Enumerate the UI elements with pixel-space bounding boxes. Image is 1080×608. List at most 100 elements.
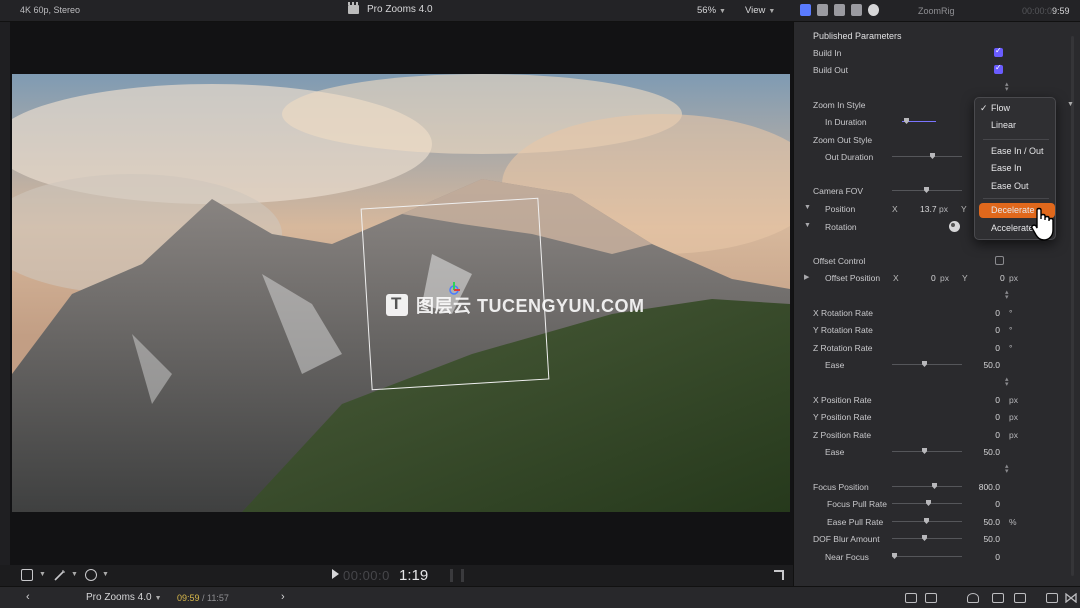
ease-pull-value[interactable]: 50.0 bbox=[983, 517, 1000, 527]
near-focus-slider[interactable] bbox=[892, 553, 962, 559]
slider-knob[interactable] bbox=[924, 518, 929, 524]
slider-knob[interactable] bbox=[926, 500, 931, 506]
forward-arrow-icon[interactable]: › bbox=[281, 591, 285, 603]
focus-position-slider[interactable] bbox=[892, 483, 962, 489]
stepper-row-3: ▴ ▾ bbox=[794, 376, 1064, 390]
y-position-value[interactable]: 0 bbox=[995, 412, 1000, 422]
menu-item-flow[interactable]: ✓ Flow bbox=[975, 101, 1057, 116]
group-stepper-row: ▴ ▾ bbox=[794, 81, 1064, 95]
menu-item-ease-in-out[interactable]: Ease In / Out bbox=[975, 144, 1057, 159]
slider-knob[interactable] bbox=[932, 483, 937, 489]
x-rotation-value[interactable]: 0 bbox=[995, 308, 1000, 318]
audio-meter-icon[interactable] bbox=[992, 593, 1004, 603]
speed-gauge-icon[interactable] bbox=[85, 569, 97, 581]
x-position-value[interactable]: 0 bbox=[995, 395, 1000, 405]
watermark-logo-icon bbox=[386, 294, 408, 316]
disclosure-triangle-icon[interactable]: ▼ bbox=[804, 222, 811, 229]
offset-y-value[interactable]: 0 bbox=[1000, 273, 1005, 283]
menu-item-ease-out[interactable]: Ease Out bbox=[975, 179, 1057, 194]
video-frame[interactable]: 图层云 TUCENGYUN.COM bbox=[12, 74, 790, 512]
slider-knob[interactable] bbox=[924, 187, 929, 193]
dof-blur-value[interactable]: 50.0 bbox=[983, 534, 1000, 544]
stepper-icon[interactable]: ▴ ▾ bbox=[1005, 376, 1009, 388]
disclosure-triangle-icon[interactable]: ▼ bbox=[804, 204, 811, 211]
chevron-down-icon[interactable]: ▼ bbox=[39, 571, 46, 578]
menu-item-linear[interactable]: Linear bbox=[975, 118, 1057, 133]
y-rotation-value[interactable]: 0 bbox=[995, 325, 1000, 335]
dof-blur-slider[interactable] bbox=[892, 535, 962, 541]
focus-position-row: Focus Position 800.0 bbox=[813, 482, 1000, 492]
clip-appearance-icon[interactable] bbox=[905, 593, 917, 603]
stepper-row-4: ▴ ▾ bbox=[794, 463, 1064, 477]
viewer-controls: ▼ ▼ ▼ 00:00:0 1:19 bbox=[0, 565, 793, 586]
slider-knob[interactable] bbox=[922, 448, 927, 454]
magic-wand-icon[interactable] bbox=[53, 569, 67, 581]
current-time: 09:59 bbox=[177, 593, 200, 603]
fullscreen-icon[interactable] bbox=[774, 570, 784, 580]
near-focus-value[interactable]: 0 bbox=[995, 552, 1000, 562]
slider-knob[interactable] bbox=[922, 535, 927, 541]
back-arrow-icon[interactable]: ‹ bbox=[26, 591, 30, 603]
rotation-dial-icon[interactable] bbox=[949, 221, 960, 232]
slider-knob[interactable] bbox=[904, 118, 909, 124]
focus-pull-slider[interactable] bbox=[892, 500, 962, 506]
ease-value-2[interactable]: 50.0 bbox=[983, 447, 1000, 457]
pause-indicator-icon bbox=[450, 569, 464, 582]
stepper-icon[interactable]: ▴ ▾ bbox=[1005, 463, 1009, 475]
dof-blur-row: DOF Blur Amount 50.0 bbox=[813, 534, 1000, 544]
zoom-to-fit-icon[interactable] bbox=[925, 593, 937, 603]
disclosure-triangle-icon[interactable]: ▶ bbox=[804, 273, 809, 281]
ease-slider-2[interactable] bbox=[892, 448, 962, 454]
playhead-timecode-dim: 00:00:0 bbox=[343, 568, 390, 583]
viewer-title: Pro Zooms 4.0 bbox=[348, 2, 433, 15]
build-in-checkbox[interactable] bbox=[994, 46, 1003, 57]
transform-tool-icon[interactable] bbox=[21, 569, 33, 581]
chevron-down-icon[interactable]: ▼ bbox=[102, 571, 109, 578]
watermark: 图层云 TUCENGYUN.COM bbox=[386, 292, 645, 318]
sidebar-toggle-icon[interactable] bbox=[1046, 593, 1058, 603]
list-inspector-icon[interactable] bbox=[817, 4, 828, 16]
ease-slider-1[interactable] bbox=[892, 361, 962, 367]
out-duration-slider[interactable] bbox=[892, 153, 962, 159]
focus-position-value[interactable]: 800.0 bbox=[979, 482, 1000, 492]
offset-x-value[interactable]: 0 bbox=[931, 273, 936, 283]
inspector-timecode: 00:00:09:59 bbox=[1022, 6, 1070, 16]
zoom-menu[interactable]: 56% ▼ bbox=[697, 5, 726, 16]
camera-fov-slider[interactable] bbox=[892, 187, 962, 193]
text-inspector-icon[interactable] bbox=[800, 4, 811, 16]
play-button[interactable] bbox=[332, 569, 339, 579]
in-duration-slider[interactable] bbox=[902, 118, 936, 124]
slider-knob[interactable] bbox=[930, 153, 935, 159]
stepper-icon[interactable]: ▴ ▾ bbox=[1005, 81, 1009, 93]
slider-knob[interactable] bbox=[892, 553, 897, 559]
position-x-value[interactable]: 13.7 bbox=[920, 204, 937, 214]
view-menu[interactable]: View ▼ bbox=[745, 5, 775, 16]
timeline-duration: 09:59 / 11:57 bbox=[177, 593, 229, 603]
stepper-icon[interactable]: ▴ ▾ bbox=[1005, 289, 1009, 301]
z-rotation-value[interactable]: 0 bbox=[995, 343, 1000, 353]
build-out-checkbox[interactable] bbox=[994, 63, 1003, 74]
y-position-rate-row: Y Position Rate 0 px bbox=[813, 412, 1018, 422]
filter-inspector-icon[interactable] bbox=[851, 4, 862, 16]
inspector-title: ZoomRig bbox=[918, 6, 955, 16]
ease-pull-slider[interactable] bbox=[892, 518, 962, 524]
z-position-value[interactable]: 0 bbox=[995, 430, 1000, 440]
y-rotation-rate-row: Y Rotation Rate 0 ° bbox=[813, 325, 1013, 335]
build-out-row: Build Out bbox=[794, 63, 1064, 77]
headphones-icon[interactable] bbox=[967, 593, 979, 603]
bowtie-icon[interactable] bbox=[1065, 592, 1077, 604]
focus-pull-value[interactable]: 0 bbox=[995, 499, 1000, 509]
project-menu[interactable]: Pro Zooms 4.0 ▼ bbox=[86, 592, 162, 603]
info-icon[interactable] bbox=[868, 4, 879, 16]
menu-item-ease-in[interactable]: Ease In bbox=[975, 161, 1057, 176]
film-inspector-icon[interactable] bbox=[834, 4, 845, 16]
offset-control-row: Offset Control bbox=[794, 254, 1064, 268]
inspector-scrollbar[interactable] bbox=[1071, 36, 1074, 576]
offset-control-checkbox[interactable] bbox=[995, 256, 1004, 265]
clapper-icon bbox=[348, 2, 359, 14]
inspector-toggle-icon[interactable] bbox=[1014, 593, 1026, 603]
ease-value-1[interactable]: 50.0 bbox=[983, 360, 1000, 370]
slider-knob[interactable] bbox=[922, 361, 927, 367]
chevron-down-icon[interactable]: ▼ bbox=[71, 571, 78, 578]
chevron-down-icon[interactable]: ▼ bbox=[1067, 101, 1074, 108]
